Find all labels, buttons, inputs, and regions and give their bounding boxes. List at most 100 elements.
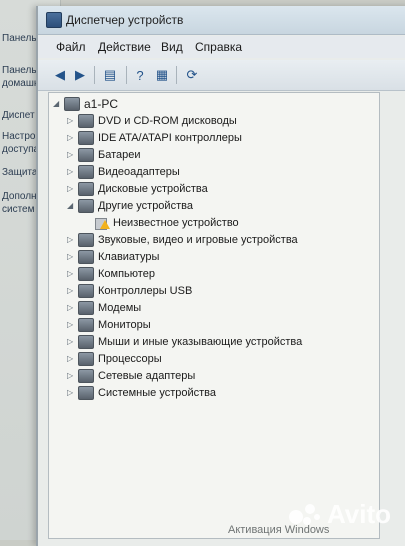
- tree-item-label: Батареи: [98, 148, 141, 161]
- tree-item-label: Клавиатуры: [98, 250, 160, 263]
- tree-item-disk-drives[interactable]: ▷ Дисковые устройства: [67, 181, 208, 196]
- bg-link[interactable]: Защита: [2, 167, 37, 178]
- ide-controller-icon: [78, 130, 94, 145]
- tree-item-label: Неизвестное устройство: [113, 216, 239, 229]
- tree-item-label: Дисковые устройства: [98, 182, 208, 195]
- bg-link[interactable]: систем: [2, 204, 35, 215]
- menu-view[interactable]: Вид: [161, 40, 183, 54]
- tree-item-label: DVD и CD-ROM дисководы: [98, 114, 237, 127]
- expand-arrow-icon[interactable]: ▷: [67, 320, 76, 329]
- avito-logo: Avito: [288, 499, 391, 530]
- tree-item-processors[interactable]: ▷ Процессоры: [67, 351, 162, 366]
- bg-link[interactable]: Настро: [2, 131, 36, 142]
- tree-item-ide[interactable]: ▷ IDE ATA/ATAPI контроллеры: [67, 130, 242, 145]
- bg-link[interactable]: Дополн: [2, 191, 37, 202]
- tree-item-keyboards[interactable]: ▷ Клавиатуры: [67, 249, 159, 264]
- menu-file[interactable]: Файл: [56, 40, 86, 54]
- tree-item-label: Звуковые, видео и игровые устройства: [98, 233, 298, 246]
- scan-hardware-icon[interactable]: ⟳: [182, 66, 202, 84]
- tree-item-mice[interactable]: ▷ Мыши и иные указывающие устройства: [67, 334, 302, 349]
- bg-link[interactable]: Панель: [2, 65, 37, 76]
- toolbar-separator: [126, 66, 127, 84]
- bg-link[interactable]: Диспет: [2, 110, 35, 121]
- tree-item-system[interactable]: ▷ Системные устройства: [67, 385, 216, 400]
- tree-item-label: Видеоадаптеры: [98, 165, 180, 178]
- device-manager-icon: [46, 12, 62, 28]
- keyboard-icon: [78, 249, 94, 264]
- bg-link[interactable]: домашн: [2, 78, 39, 89]
- avito-dots-icon: [288, 502, 323, 528]
- tree-item-sound[interactable]: ▷ Звуковые, видео и игровые устройства: [67, 232, 298, 247]
- tree-root-label: a1-PC: [84, 96, 119, 111]
- modem-icon: [78, 300, 94, 315]
- window-title: Диспетчер устройств: [66, 13, 184, 27]
- tree-item-usb[interactable]: ▷ Контроллеры USB: [67, 283, 192, 298]
- tree-item-label: Модемы: [98, 301, 142, 314]
- expand-arrow-icon[interactable]: ▷: [67, 337, 76, 346]
- bg-text: Панель: [2, 33, 37, 44]
- network-adapter-icon: [78, 368, 94, 383]
- tree-item-unknown-device[interactable]: Неизвестное устройство: [93, 215, 239, 230]
- forward-icon[interactable]: ▶: [70, 66, 90, 84]
- tree-item-label: Контроллеры USB: [98, 284, 193, 297]
- expand-arrow-icon[interactable]: ▷: [67, 252, 76, 261]
- tree-item-label: Процессоры: [98, 352, 162, 365]
- system-device-icon: [78, 385, 94, 400]
- expand-arrow-icon[interactable]: ▷: [67, 388, 76, 397]
- expand-arrow-icon[interactable]: ▷: [67, 235, 76, 244]
- tree-item-label: Мониторы: [98, 318, 151, 331]
- bg-link[interactable]: доступа: [2, 144, 39, 155]
- tree-item-dvd[interactable]: ▷ DVD и CD-ROM дисководы: [67, 113, 237, 128]
- menu-bar: Файл Действие Вид Справка: [38, 36, 405, 58]
- speaker-icon: [78, 232, 94, 247]
- tree-item-other-devices[interactable]: ◢ Другие устройства: [67, 198, 193, 213]
- computer-icon: [64, 96, 80, 111]
- expand-arrow-icon[interactable]: ▷: [67, 184, 76, 193]
- tree-item-modems[interactable]: ▷ Модемы: [67, 300, 141, 315]
- tree-item-batteries[interactable]: ▷ Батареи: [67, 147, 141, 162]
- tree-item-label: IDE ATA/ATAPI контроллеры: [98, 131, 242, 144]
- expand-arrow-icon[interactable]: ▷: [67, 167, 76, 176]
- tree-item-network[interactable]: ▷ Сетевые адаптеры: [67, 368, 195, 383]
- device-manager-window: Диспетчер устройств Файл Действие Вид Сп…: [36, 6, 405, 546]
- menu-help[interactable]: Справка: [195, 40, 242, 54]
- collapse-arrow-icon[interactable]: ◢: [53, 99, 62, 108]
- back-icon[interactable]: ◀: [50, 66, 70, 84]
- properties-icon[interactable]: ▤: [100, 66, 120, 84]
- other-devices-icon: [78, 198, 94, 213]
- toolbar-separator: [94, 66, 95, 84]
- menu-action[interactable]: Действие: [98, 40, 151, 54]
- expand-arrow-icon[interactable]: ▷: [67, 303, 76, 312]
- tree-item-computer[interactable]: ▷ Компьютер: [67, 266, 155, 281]
- toolbar: ◀ ▶ ▤ ? ▦ ⟳: [38, 60, 405, 91]
- device-tree[interactable]: ◢ a1-PC ▷ DVD и CD-ROM дисководы ▷ IDE A…: [48, 92, 380, 539]
- disk-drive-icon: [78, 181, 94, 196]
- battery-icon: [78, 147, 94, 162]
- expand-arrow-icon[interactable]: ▷: [67, 286, 76, 295]
- tree-root[interactable]: ◢ a1-PC: [53, 96, 118, 111]
- view-icon[interactable]: ▦: [152, 66, 172, 84]
- tree-item-monitors[interactable]: ▷ Мониторы: [67, 317, 151, 332]
- tree-item-label: Системные устройства: [98, 386, 217, 399]
- expand-arrow-icon[interactable]: ▷: [67, 133, 76, 142]
- expand-arrow-icon[interactable]: ▷: [67, 116, 76, 125]
- usb-icon: [78, 283, 94, 298]
- dvd-drive-icon: [78, 113, 94, 128]
- collapse-arrow-icon[interactable]: ◢: [67, 201, 76, 210]
- processor-icon: [78, 351, 94, 366]
- expand-arrow-icon[interactable]: ▷: [67, 371, 76, 380]
- avito-wordmark: Avito: [326, 499, 391, 529]
- warning-icon: [95, 217, 110, 230]
- display-adapter-icon: [78, 164, 94, 179]
- expand-arrow-icon[interactable]: ▷: [67, 354, 76, 363]
- expand-arrow-icon[interactable]: ▷: [67, 150, 76, 159]
- mouse-icon: [78, 334, 94, 349]
- tree-item-video-adapters[interactable]: ▷ Видеоадаптеры: [67, 164, 180, 179]
- expand-arrow-icon[interactable]: ▷: [67, 269, 76, 278]
- tree-item-label: Сетевые адаптеры: [98, 369, 196, 382]
- help-icon[interactable]: ?: [130, 66, 150, 84]
- tree-item-label: Компьютер: [98, 267, 155, 280]
- tree-item-label: Мыши и иные указывающие устройства: [98, 335, 303, 348]
- title-bar[interactable]: Диспетчер устройств: [38, 6, 405, 35]
- computer-icon: [78, 266, 94, 281]
